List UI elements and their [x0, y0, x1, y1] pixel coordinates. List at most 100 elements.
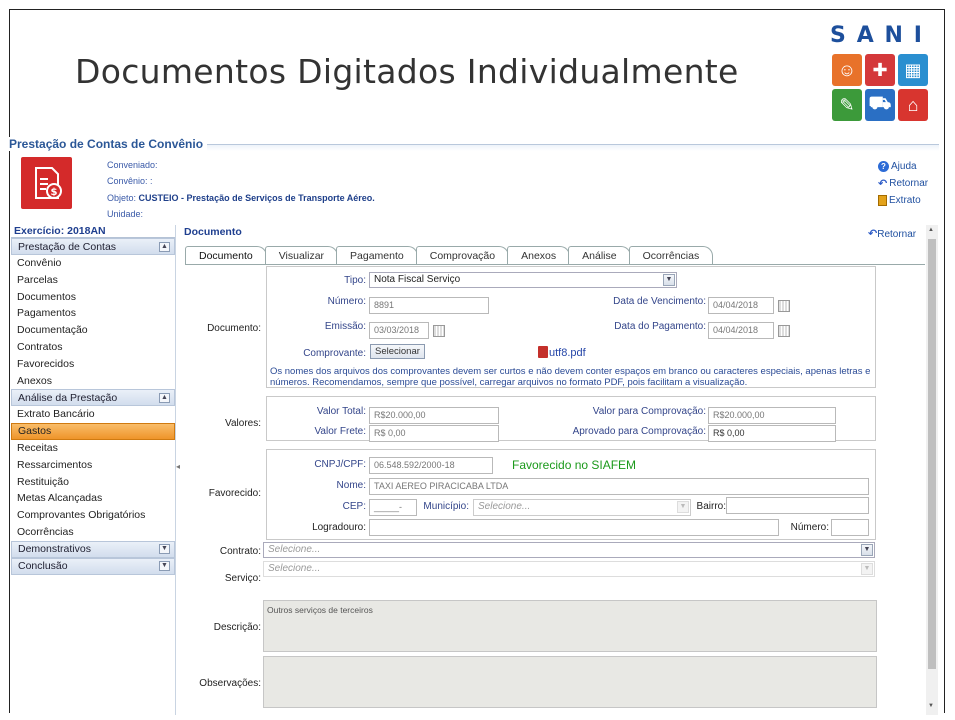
- valor-total-label: Valor Total:: [316, 406, 366, 417]
- objeto-label: Objeto:: [107, 193, 137, 203]
- accordion-analise[interactable]: Análise da Prestação ▲: [11, 389, 175, 407]
- sidebar-resize-handle[interactable]: ◂: [176, 462, 180, 476]
- objeto-row: Objeto: CUSTEIO - Prestação de Serviços …: [107, 193, 375, 203]
- cnpj-input[interactable]: 06.548.592/2000-18: [369, 457, 493, 474]
- tab-anexos[interactable]: Anexos: [507, 246, 571, 265]
- municipio-select[interactable]: Selecione... ▼: [473, 499, 691, 516]
- main-content: Documento ↶Retornar Documento Visualizar…: [181, 225, 938, 715]
- sidebar-item-ressarcimentos[interactable]: Ressarcimentos: [11, 457, 175, 474]
- nome-label: Nome:: [336, 480, 366, 491]
- scroll-down-icon[interactable]: ▼: [928, 703, 934, 709]
- sidebar-item-anexos[interactable]: Anexos: [11, 373, 175, 390]
- tab-comprovacao[interactable]: Comprovação: [415, 246, 510, 265]
- logradouro-input[interactable]: [369, 519, 779, 536]
- calendar-icon[interactable]: [778, 325, 790, 337]
- aprovado-input[interactable]: R$ 0,00: [708, 425, 836, 442]
- sani-logo: SANI ☺ ✚ ▦ ✎ ⛟ ⌂: [828, 24, 928, 130]
- sidebar-item-restituicao[interactable]: Restituição: [11, 474, 175, 491]
- valor-total-input[interactable]: R$20.000,00: [369, 407, 499, 424]
- sidebar-item-contratos[interactable]: Contratos: [11, 339, 175, 356]
- favorecido-group-label: Favorecido:: [208, 488, 261, 499]
- collapse-icon[interactable]: ▲: [159, 392, 170, 403]
- servico-select[interactable]: Selecione... ▼: [263, 561, 875, 577]
- sidebar-item-extrato[interactable]: Extrato Bancário: [11, 406, 175, 423]
- top-links: ? Ajuda ↶ Retornar Extrato: [878, 158, 928, 209]
- tab-pagamento[interactable]: Pagamento: [336, 246, 418, 265]
- file-note-line2: números. Recomendamos, sempre que possív…: [270, 377, 748, 388]
- dropdown-arrow-icon: ▼: [861, 544, 873, 556]
- valores-group-label: Valores:: [225, 418, 261, 429]
- tipo-select[interactable]: Nota Fiscal Serviço ▼: [369, 272, 677, 288]
- expand-icon[interactable]: ▼: [159, 561, 170, 572]
- comprovante-label: Comprovante:: [303, 348, 366, 359]
- bairro-input[interactable]: [726, 497, 869, 514]
- numero-input[interactable]: 8891: [369, 297, 489, 314]
- sidebar-item-documentacao[interactable]: Documentação: [11, 322, 175, 339]
- calendar-icon[interactable]: [433, 325, 445, 337]
- conveniado-label: Conveniado:: [107, 160, 158, 170]
- nome-input[interactable]: TAXI AEREO PIRACICABA LTDA: [369, 478, 869, 495]
- contrato-select[interactable]: Selecione... ▼: [263, 542, 875, 558]
- valor-comprovacao-input[interactable]: R$20.000,00: [708, 407, 836, 424]
- dropdown-arrow-icon: ▼: [861, 563, 873, 575]
- collapse-icon[interactable]: ▲: [159, 241, 170, 252]
- help-icon: ?: [878, 161, 889, 172]
- sidebar-item-favorecidos[interactable]: Favorecidos: [11, 356, 175, 373]
- vencimento-label: Data de Vencimento:: [613, 296, 706, 307]
- select-file-button[interactable]: Selecionar: [370, 344, 425, 359]
- sidebar-item-comprovantes[interactable]: Comprovantes Obrigatórios: [11, 507, 175, 524]
- svg-text:$: $: [50, 187, 57, 198]
- extract-link[interactable]: Extrato: [878, 192, 928, 209]
- sidebar-item-metas[interactable]: Metas Alcançadas: [11, 490, 175, 507]
- documento-group-label: Documento:: [207, 323, 261, 334]
- panel-legend: Prestação de Contas de Convênio: [9, 137, 208, 151]
- ambulance-icon: ⛟: [865, 89, 895, 121]
- contrato-label: Contrato:: [219, 546, 261, 557]
- logradouro-label: Logradouro:: [312, 522, 366, 533]
- sidebar: Exercício: 2018AN Prestação de Contas ▲ …: [11, 225, 176, 715]
- accordion-prestacao[interactable]: Prestação de Contas ▲: [11, 238, 175, 255]
- tab-analise[interactable]: Análise: [568, 246, 631, 265]
- extract-icon: [878, 195, 887, 206]
- fav-numero-input[interactable]: [831, 519, 869, 536]
- sidebar-item-pagamentos[interactable]: Pagamentos: [11, 305, 175, 322]
- back-link[interactable]: ↶ Retornar: [878, 175, 928, 192]
- dropdown-arrow-icon: ▼: [663, 274, 675, 286]
- main-back-link[interactable]: ↶Retornar: [868, 227, 916, 240]
- back-arrow-icon: ↶: [868, 228, 878, 240]
- accordion-demonstrativos[interactable]: Demonstrativos ▼: [11, 540, 175, 558]
- scroll-up-icon[interactable]: ▲: [928, 227, 934, 233]
- accordion-conclusao[interactable]: Conclusão ▼: [11, 557, 175, 575]
- exercicio-label: Exercício: 2018AN: [11, 225, 175, 238]
- valor-frete-input[interactable]: R$ 0,00: [369, 425, 499, 442]
- valor-comprovacao-label: Valor para Comprovação:: [592, 406, 706, 417]
- tipo-label: Tipo:: [344, 275, 366, 286]
- pdf-icon: [538, 346, 548, 358]
- siafem-status: Favorecido no SIAFEM: [512, 458, 637, 472]
- calendar-icon[interactable]: [778, 300, 790, 312]
- sidebar-item-convenio[interactable]: Convênio: [11, 255, 175, 272]
- tab-documento[interactable]: Documento: [185, 246, 267, 265]
- descricao-textarea[interactable]: Outros serviços de terceiros: [263, 600, 877, 652]
- file-link[interactable]: utf8.pdf: [538, 346, 586, 359]
- pagamento-input[interactable]: 04/04/2018: [708, 322, 774, 339]
- tab-visualizar[interactable]: Visualizar: [264, 246, 339, 265]
- vencimento-input[interactable]: 04/04/2018: [708, 297, 774, 314]
- tab-ocorrencias[interactable]: Ocorrências: [628, 246, 714, 265]
- sidebar-item-gastos[interactable]: Gastos: [11, 423, 175, 440]
- vertical-scrollbar[interactable]: ▲ ▼: [926, 225, 938, 715]
- descricao-label: Descrição:: [213, 622, 261, 633]
- sidebar-item-parcelas[interactable]: Parcelas: [11, 272, 175, 289]
- sidebar-item-ocorrencias[interactable]: Ocorrências: [11, 524, 175, 541]
- help-link[interactable]: ? Ajuda: [878, 158, 928, 175]
- observacoes-textarea[interactable]: [263, 656, 877, 708]
- sidebar-item-documentos[interactable]: Documentos: [11, 289, 175, 306]
- pagamento-label: Data do Pagamento:: [614, 321, 706, 332]
- sidebar-item-receitas[interactable]: Receitas: [11, 440, 175, 457]
- emissao-input[interactable]: 03/03/2018: [369, 322, 429, 339]
- scrollbar-thumb[interactable]: [928, 239, 936, 669]
- person-icon: ☺: [832, 54, 862, 86]
- municipio-label: Município:: [423, 501, 469, 512]
- expand-icon[interactable]: ▼: [159, 544, 170, 555]
- cep-input[interactable]: _____-___: [369, 499, 417, 527]
